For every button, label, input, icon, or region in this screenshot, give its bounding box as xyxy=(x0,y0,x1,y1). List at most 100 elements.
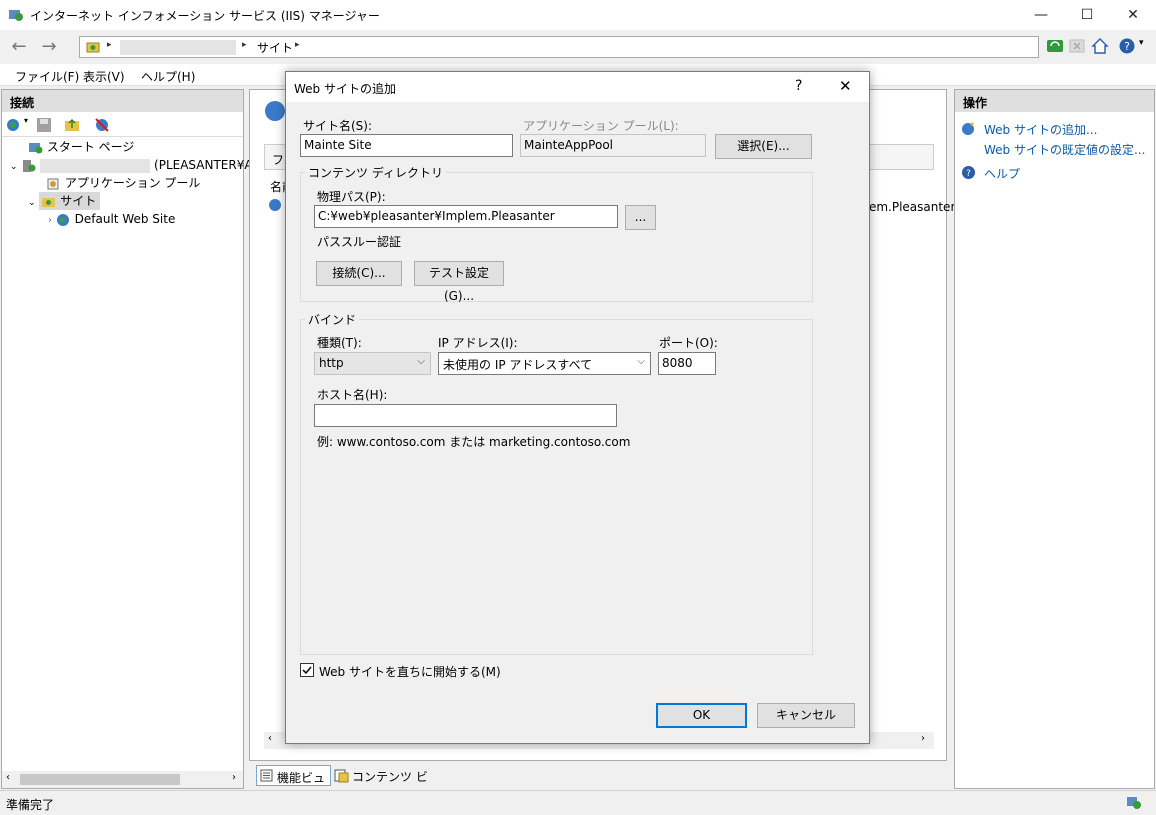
site-path-cell: plem.Pleasanter xyxy=(858,200,956,214)
chevron-down-icon: ⌵ xyxy=(417,356,425,367)
start-page-icon xyxy=(29,142,43,153)
menu-view[interactable]: 表示(V) xyxy=(83,68,125,85)
connect-dropdown-icon[interactable]: ▾ xyxy=(24,116,28,125)
type-select[interactable]: http ⌵ xyxy=(314,352,431,375)
feature-view-icon xyxy=(260,769,273,782)
start-immediately-label[interactable]: Web サイトを直ちに開始する(M) xyxy=(319,663,501,680)
tree-sites[interactable]: ⌄ サイト xyxy=(28,192,101,210)
minimize-button[interactable]: — xyxy=(1018,0,1064,30)
feature-view-tab[interactable]: 機能ビュー xyxy=(256,765,331,802)
address-arrow-icon: ▸ xyxy=(242,40,247,50)
up-folder-icon[interactable] xyxy=(64,117,80,133)
menu-help[interactable]: ヘルプ(H) xyxy=(141,68,195,85)
connection-status-icon xyxy=(1127,797,1141,809)
test-settings-button[interactable]: テスト設定(G)... xyxy=(414,261,504,303)
disconnect-icon[interactable] xyxy=(94,117,110,133)
help-dropdown-icon[interactable]: ▾ xyxy=(1139,38,1144,48)
back-arrow-icon[interactable]: ← xyxy=(6,36,32,58)
help-icon: ? xyxy=(962,166,975,179)
content-view-tab[interactable]: コンテンツ ビュー xyxy=(334,766,434,801)
connect-icon[interactable] xyxy=(6,117,22,133)
dialog-help-button[interactable]: ? xyxy=(795,78,802,94)
ip-address-value: 未使用の IP アドレスすべて xyxy=(443,358,593,372)
tree-app-pools[interactable]: アプリケーション プール xyxy=(46,174,200,192)
svg-text:?: ? xyxy=(966,169,971,179)
site-name-label: サイト名(S): xyxy=(303,119,373,133)
window-title-bar: インターネット インフォメーション サービス (IIS) マネージャー — ☐ … xyxy=(0,0,1156,30)
tree-server[interactable]: ⌄ (PLEASANTER¥A xyxy=(10,156,253,174)
scroll-right-icon[interactable]: › xyxy=(921,733,925,744)
maximize-button[interactable]: ☐ xyxy=(1064,0,1110,30)
connections-toolbar: ▾ xyxy=(2,113,243,137)
actions-header: 操作 xyxy=(955,90,1154,112)
tree-start-page[interactable]: スタート ページ xyxy=(28,138,134,156)
sites-folder-icon xyxy=(42,197,56,207)
start-immediately-checkbox[interactable] xyxy=(300,663,314,677)
dialog-title-bar: Web サイトの追加 ? ✕ xyxy=(286,72,869,102)
scroll-left-icon[interactable]: ‹ xyxy=(268,733,272,744)
address-arrow-icon: ▸ xyxy=(295,40,300,50)
address-segment-sites[interactable]: サイト xyxy=(257,39,293,56)
checkmark-icon xyxy=(302,666,312,675)
chevron-right-icon[interactable]: › xyxy=(48,215,52,226)
port-input[interactable]: 8080 xyxy=(658,352,716,375)
physical-path-label: 物理パス(P): xyxy=(317,190,386,204)
site-name-input[interactable]: Mainte Site xyxy=(300,134,513,157)
close-button[interactable]: ✕ xyxy=(1110,0,1156,30)
ok-button[interactable]: OK xyxy=(656,703,747,728)
status-bar: 準備完了 xyxy=(0,790,1156,815)
tree-label: スタート ページ xyxy=(46,140,135,154)
browse-path-button[interactable]: ... xyxy=(625,205,656,230)
menu-file[interactable]: ファイル(F) xyxy=(15,68,79,85)
chevron-down-icon[interactable]: ⌄ xyxy=(10,162,18,172)
scroll-right-icon[interactable]: › xyxy=(232,772,236,783)
folder-icon xyxy=(86,42,100,53)
save-icon[interactable] xyxy=(36,117,52,133)
host-name-example: 例: www.contoso.com または marketing.contoso… xyxy=(317,435,631,449)
chevron-down-icon[interactable]: ⌄ xyxy=(28,198,36,208)
address-bar[interactable]: ▸ ▸ サイト ▸ xyxy=(79,36,1039,58)
action-help[interactable]: ヘルプ xyxy=(984,165,1020,182)
scroll-thumb[interactable] xyxy=(20,774,180,785)
connections-header: 接続 xyxy=(2,90,243,112)
address-arrow-icon: ▸ xyxy=(107,40,112,50)
select-app-pool-button[interactable]: 選択(E)... xyxy=(715,134,812,159)
svg-text:?: ? xyxy=(1124,40,1130,53)
refresh-icon[interactable] xyxy=(1046,37,1064,55)
tree-label: アプリケーション プール xyxy=(64,176,201,190)
type-value: http xyxy=(319,356,344,370)
action-add-site[interactable]: Web サイトの追加... xyxy=(984,121,1097,138)
host-name-input[interactable] xyxy=(314,404,617,427)
sites-page-icon xyxy=(265,101,285,121)
content-directory-legend: コンテンツ ディレクトリ xyxy=(305,164,446,181)
server-icon xyxy=(23,159,36,172)
stop-icon[interactable] xyxy=(1068,37,1086,55)
add-website-dialog: Web サイトの追加 ? ✕ サイト名(S): Mainte Site アプリケ… xyxy=(285,71,870,744)
physical-path-input[interactable]: C:¥web¥pleasanter¥Implem.Pleasanter xyxy=(314,205,618,228)
app-pool-field: MainteAppPool xyxy=(520,134,706,157)
help-icon[interactable]: ? xyxy=(1118,37,1136,55)
scroll-left-icon[interactable]: ‹ xyxy=(6,772,10,783)
connect-as-button[interactable]: 接続(C)... xyxy=(316,261,402,286)
ip-address-select[interactable]: 未使用の IP アドレスすべて ⌵ xyxy=(438,352,651,375)
actions-panel: 操作 Web サイトの追加... Web サイトの既定値の設定... ? ヘルプ xyxy=(954,89,1155,789)
app-pool-label: アプリケーション プール(L): xyxy=(523,119,679,133)
tree-default-site[interactable]: › Default Web Site xyxy=(48,210,175,228)
type-label: 種類(T): xyxy=(317,336,362,350)
tree-label: (PLEASANTER¥A xyxy=(154,158,253,172)
port-label: ポート(O): xyxy=(659,336,718,350)
dialog-title: Web サイトの追加 xyxy=(294,82,396,96)
chevron-down-icon: ⌵ xyxy=(637,356,645,367)
app-pool-icon xyxy=(47,178,59,189)
action-site-defaults[interactable]: Web サイトの既定値の設定... xyxy=(984,141,1145,158)
globe-icon xyxy=(269,199,281,211)
connections-panel: 接続 ▾ スタート ページ ⌄ (PLEASANTER¥A アプリケーション プ… xyxy=(1,89,253,789)
redacted-server-name xyxy=(120,40,236,55)
home-icon[interactable] xyxy=(1091,37,1109,55)
globe-icon xyxy=(56,213,69,226)
connections-scrollbar[interactable]: ‹ › xyxy=(2,771,243,788)
forward-arrow-icon[interactable]: → xyxy=(36,36,62,58)
cancel-button[interactable]: キャンセル xyxy=(757,703,855,728)
redacted-server-name xyxy=(40,158,151,173)
dialog-close-button[interactable]: ✕ xyxy=(839,77,852,95)
